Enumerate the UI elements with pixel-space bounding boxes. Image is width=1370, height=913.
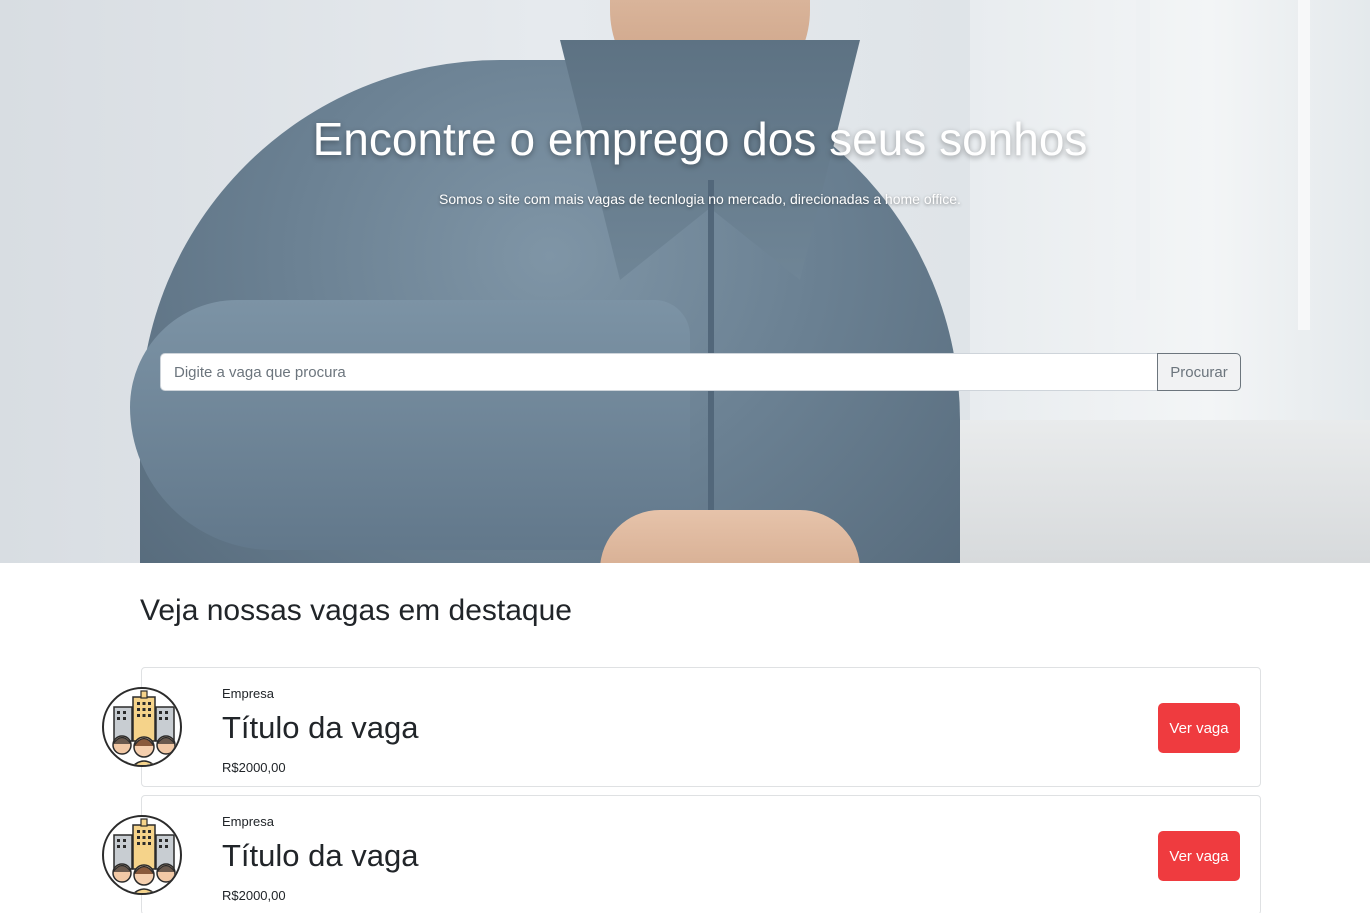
job-card: Empresa Título da vaga R$2000,00 Ver vag… — [102, 667, 1261, 787]
view-job-button[interactable]: Ver vaga — [1158, 831, 1240, 881]
hero-section: Encontre o emprego dos seus sonhos Somos… — [0, 0, 1370, 563]
hero-person-arm — [130, 300, 690, 550]
job-company: Empresa — [222, 814, 275, 829]
job-salary: R$2000,00 — [222, 888, 286, 903]
search-input[interactable] — [160, 353, 1157, 391]
hero-person-hand — [600, 510, 860, 563]
job-card: Empresa Título da vaga R$2000,00 Ver vag… — [102, 795, 1261, 913]
hero-title: Encontre o emprego dos seus sonhos — [312, 113, 1088, 165]
job-title: Título da vaga — [222, 710, 419, 745]
job-company: Empresa — [222, 686, 275, 701]
job-salary: R$2000,00 — [222, 760, 286, 775]
company-team-icon — [102, 687, 182, 767]
hero-subtitle: Somos o site com mais vagas de tecnlogia… — [439, 191, 961, 207]
hero-background-desk — [950, 420, 1370, 563]
featured-section-title: Veja nossas vagas em destaque — [140, 594, 572, 627]
search-bar: Procurar — [160, 353, 1241, 391]
view-job-button[interactable]: Ver vaga — [1158, 703, 1240, 753]
search-button[interactable]: Procurar — [1157, 353, 1241, 391]
job-title: Título da vaga — [222, 838, 419, 873]
company-team-icon — [102, 815, 182, 895]
